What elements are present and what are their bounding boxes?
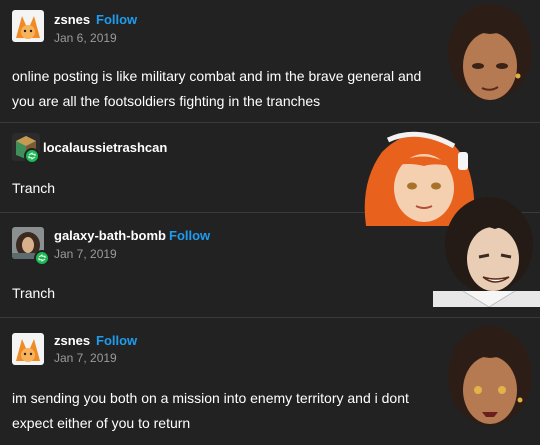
follow-button[interactable]: Follow xyxy=(96,12,137,27)
divider xyxy=(0,317,540,318)
post-date[interactable]: Jan 7, 2019 xyxy=(54,351,117,365)
post-date[interactable]: Jan 6, 2019 xyxy=(54,31,117,45)
reblog-icon xyxy=(24,148,40,164)
post-text: online posting is like military combat a… xyxy=(12,68,422,109)
avatar-zsnes[interactable] xyxy=(12,333,44,365)
avatar-zsnes[interactable] xyxy=(12,10,44,42)
post-date[interactable]: Jan 7, 2019 xyxy=(54,247,117,261)
reaction-image-shocked-face xyxy=(438,320,540,445)
reaction-image-grin-face xyxy=(433,195,540,312)
username-zsnes[interactable]: zsnes xyxy=(54,333,90,348)
username-galaxy-bath-bomb[interactable]: galaxy-bath-bomb xyxy=(54,228,166,243)
post-text: im sending you both on a mission into en… xyxy=(12,390,409,431)
reblog-icon xyxy=(34,250,50,266)
username-localaussietrashcan[interactable]: localaussietrashcan xyxy=(43,140,167,155)
username-zsnes[interactable]: zsnes xyxy=(54,12,90,27)
post-text: Tranch xyxy=(12,285,56,301)
follow-button[interactable]: Follow xyxy=(96,333,137,348)
follow-button[interactable]: Follow xyxy=(169,228,210,243)
reaction-image-smug-face xyxy=(438,0,540,125)
